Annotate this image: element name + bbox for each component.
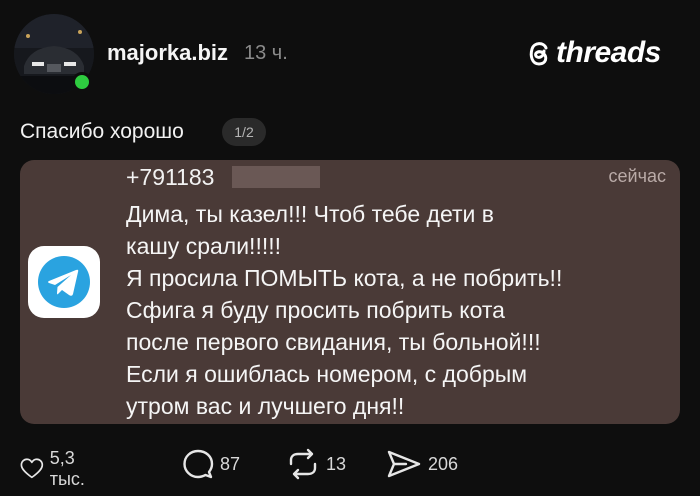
telegram-icon <box>28 246 100 318</box>
repost-icon <box>289 448 317 480</box>
share-count: 206 <box>428 453 459 474</box>
threads-wordmark: threads <box>556 36 661 69</box>
threads-icon <box>529 42 548 66</box>
comment-button[interactable]: 87 <box>182 448 240 480</box>
username[interactable]: majorka.biz <box>107 40 228 66</box>
repost-button[interactable]: 13 <box>286 448 346 480</box>
notification-message: Дима, ты казел!!! Чтоб тебе дети в кашу … <box>126 198 656 422</box>
page-indicator: 1/2 <box>222 118 266 146</box>
heart-icon <box>20 458 44 479</box>
repost-count: 13 <box>326 453 347 474</box>
threads-logo: threads <box>526 36 661 70</box>
message-line: Сфига я буду просить побрить кота <box>126 297 505 323</box>
notification-time: сейчас <box>608 166 666 186</box>
message-line: после первого свидания, ты больной!!! <box>126 329 541 355</box>
message-line: Дима, ты казел!!! Чтоб тебе дети в <box>126 201 494 227</box>
post-time: 13 ч. <box>244 42 288 64</box>
send-icon <box>387 450 421 478</box>
post-text: Спасибо хорошо <box>20 120 184 143</box>
share-button[interactable]: 206 <box>386 448 458 480</box>
online-status-dot <box>72 72 92 92</box>
message-line: утром вас и лучшего дня!! <box>126 393 405 419</box>
message-line: Я просила ПОМЫТЬ кота, а не побрить!! <box>126 265 563 291</box>
comment-count: 87 <box>220 453 241 474</box>
like-count: 5,3 тыс. <box>49 448 85 489</box>
message-line: кашу срали!!!!! <box>126 233 282 259</box>
comment-icon <box>183 449 214 479</box>
notification-sender: +791183 <box>126 164 215 190</box>
notification-card[interactable]: +791183 сейчас Дима, ты казел!!! Чтоб те… <box>20 160 680 424</box>
message-line: Если я ошиблась номером, с добрым <box>126 361 528 387</box>
avatar[interactable] <box>14 14 94 94</box>
redacted-number <box>232 166 320 188</box>
like-button[interactable]: 5,3 тыс. <box>20 448 95 490</box>
